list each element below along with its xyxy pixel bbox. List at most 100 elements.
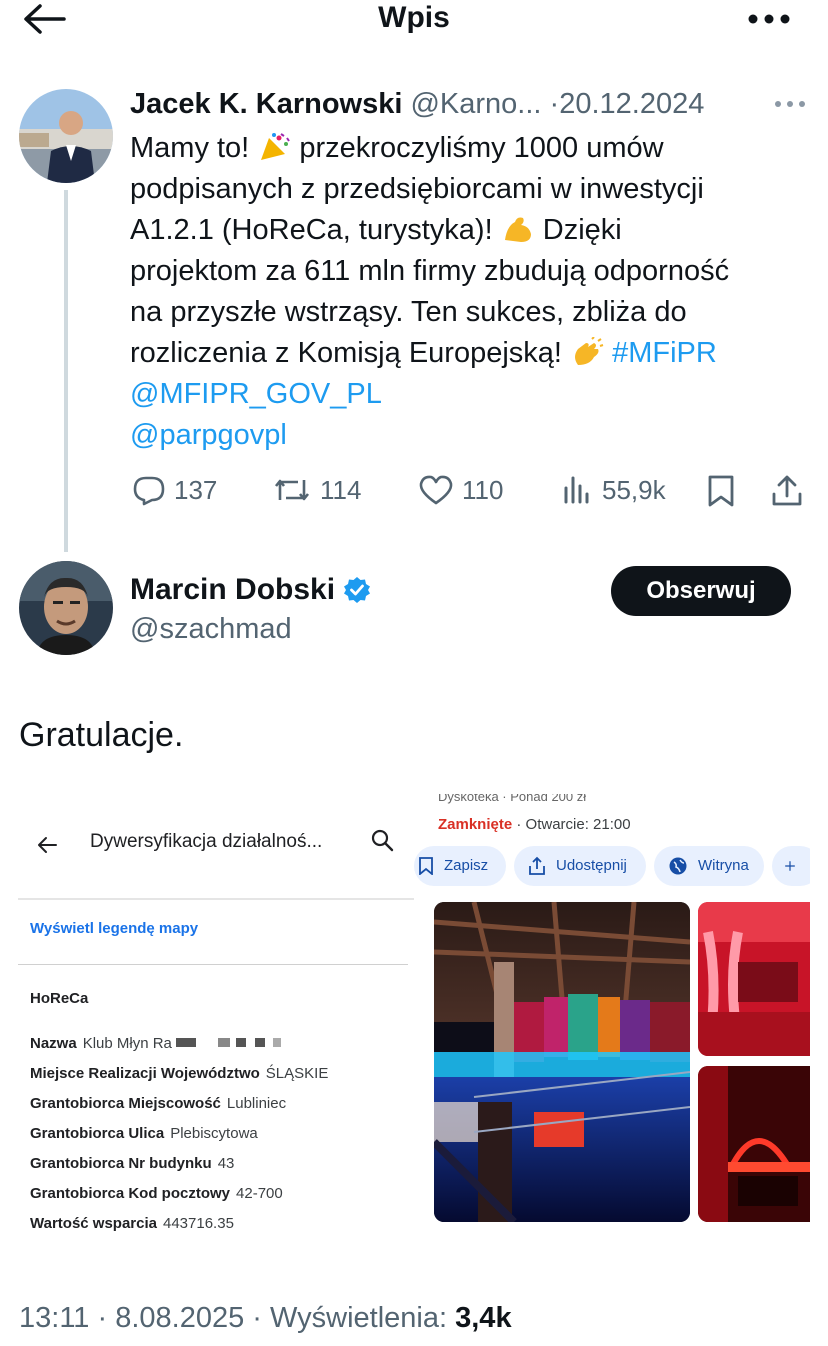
tweet-line: na przyszłe wstrząsy. Ten sukces, zbliża…: [130, 296, 687, 328]
reply-icon: [133, 476, 165, 506]
like-button[interactable]: 110: [418, 470, 503, 510]
divider: [18, 964, 408, 965]
chip-label: Witryna: [698, 857, 749, 874]
tweet-line: rozliczenia z Komisją Europejską!: [130, 337, 562, 369]
share-icon[interactable]: [770, 474, 804, 508]
repost-button[interactable]: 114: [272, 470, 361, 510]
redaction: [254, 1038, 265, 1047]
hashtag-link[interactable]: #MFiPR: [612, 337, 717, 369]
more-options-icon[interactable]: [744, 4, 794, 34]
field-key: Nazwa: [30, 1035, 77, 1052]
author-name[interactable]: Marcin Dobski: [130, 571, 335, 609]
field-value: ŚLĄSKIE: [265, 1065, 329, 1082]
redaction: [218, 1038, 231, 1047]
post-date[interactable]: 8.08.2025: [115, 1302, 244, 1334]
tweet-line: przekroczyliśmy 1000 umów: [299, 132, 664, 164]
flexed-biceps-icon: [504, 217, 531, 242]
analytics-icon: [564, 476, 589, 504]
field-key: Grantobiorca Nr budynku: [30, 1155, 212, 1172]
redaction: [236, 1038, 247, 1047]
party-popper-icon: [261, 133, 291, 160]
field-key: Grantobiorca Miejscowość: [30, 1095, 221, 1112]
status-closed: Zamknięte: [438, 816, 513, 833]
field-key: Miejsce Realizacji Województwo: [30, 1065, 260, 1082]
info-row: Wartość wsparcia 443716.35: [30, 1214, 328, 1244]
author-name-row: Marcin Dobski: [130, 571, 371, 609]
info-row: Grantobiorca Nr budynku 43: [30, 1154, 328, 1184]
chip-label: Zapisz: [444, 857, 489, 874]
search-text: Dywersyfikacja działalnoś...: [90, 831, 323, 852]
mention-link[interactable]: @parpgovpl: [130, 415, 810, 456]
mention-link[interactable]: @MFIPR_GOV_PL: [130, 374, 810, 415]
plus-icon: [785, 861, 795, 871]
field-value: 43: [217, 1155, 235, 1172]
tweet-header: Jacek K. Karnowski @Karno... ·20.12.2024: [130, 86, 704, 122]
tweet-line: Dzięki: [542, 214, 622, 246]
page-title: Wpis: [378, 1, 450, 34]
reply-button[interactable]: 137: [132, 470, 217, 510]
status-opening-time: · Otwarcie: 21:00: [516, 816, 631, 833]
place-listing-panel: Dyskoteka · Ponad 200 zł Zamknięte · Otw…: [414, 790, 810, 1260]
separator-dot: ·: [252, 1302, 262, 1334]
clapping-hands-icon: [575, 337, 604, 365]
author-name[interactable]: Jacek K. Karnowski: [130, 88, 402, 120]
bookmark-icon: [419, 857, 433, 875]
tweet-line: A1.2.1 (HoReCa, turystyka)!: [130, 214, 493, 246]
tweet-line: podpisanych z przedsiębiorcami w inwesty…: [130, 173, 704, 205]
separator-dot: ·: [549, 88, 560, 120]
info-fields: Nazwa Klub Młyn Ra Miejsce Realizacji Woj…: [30, 1034, 328, 1244]
tweet-actions: 137 114 110 55,9k: [0, 470, 828, 510]
redaction: [176, 1038, 197, 1047]
avatar[interactable]: [19, 561, 113, 655]
views-label: Wyświetlenia:: [270, 1302, 448, 1334]
attached-image[interactable]: Dywersyfikacja działalnoś... Wyświetl le…: [18, 790, 810, 1260]
redaction: [272, 1038, 281, 1047]
field-key: Wartość wsparcia: [30, 1215, 157, 1232]
follow-button[interactable]: Obserwuj: [611, 566, 791, 616]
post-metadata: 13:11 · 8.08.2025 · Wyświetlenia: 3,4k: [19, 1298, 512, 1338]
separator-dot: ·: [97, 1302, 108, 1334]
share-chip: Udostępnij: [514, 846, 646, 886]
repost-count: 114: [320, 475, 362, 505]
info-row: Nazwa Klub Młyn Ra: [30, 1034, 328, 1064]
place-actions: Zapisz Udostępnij Witryna: [414, 846, 810, 886]
field-key: Grantobiorca Ulica: [30, 1125, 165, 1142]
chip-label: Udostępnij: [556, 857, 627, 874]
info-row: Grantobiorca Miejscowość Lubliniec: [30, 1094, 328, 1124]
club-interior-photo: [434, 902, 690, 1222]
field-value: 443716.35: [163, 1215, 234, 1232]
avatar[interactable]: [19, 89, 113, 183]
heart-icon: [419, 475, 453, 505]
dark-red-room-photo: [698, 1066, 810, 1222]
field-value: Klub Młyn Ra: [82, 1035, 172, 1052]
tweet-text: Mamy to! przekroczyliśmy 1000 umów podpi…: [130, 128, 810, 456]
map-search-bar: Dywersyfikacja działalnoś...: [18, 812, 414, 900]
top-bar: Wpis: [0, 0, 828, 40]
info-row: Miejsce Realizacji Województwo ŚLĄSKIE: [30, 1064, 328, 1094]
like-count: 110: [462, 475, 504, 505]
more-chip: [772, 846, 810, 886]
globe-icon: [669, 857, 687, 875]
red-room-photo: [698, 902, 810, 1056]
place-category-line: Dyskoteka · Ponad 200 zł: [438, 794, 587, 804]
bookmark-icon[interactable]: [706, 474, 736, 508]
back-arrow-icon: [38, 837, 57, 853]
field-value: Plebiscytowa: [170, 1125, 258, 1142]
info-row: Grantobiorca Ulica Plebiscytowa: [30, 1124, 328, 1154]
field-key: Grantobiorca Kod pocztowy: [30, 1185, 231, 1202]
views-button[interactable]: 55,9k: [562, 470, 666, 510]
repost-icon: [274, 479, 310, 501]
category-label: HoReCa: [30, 990, 89, 1007]
verified-badge-icon: [344, 577, 371, 603]
view-count: 55,9k: [602, 475, 666, 505]
info-row: Grantobiorca Kod pocztowy 42-700: [30, 1184, 328, 1214]
tweet-more-icon[interactable]: [772, 92, 808, 116]
search-icon: [371, 829, 394, 852]
reply-text: Gratulacje.: [19, 716, 184, 754]
tweet-date[interactable]: 20.12.2024: [559, 88, 704, 120]
author-handle[interactable]: @Karno...: [410, 88, 541, 120]
post-time[interactable]: 13:11: [19, 1302, 89, 1334]
field-value: Lubliniec: [226, 1095, 287, 1112]
author-handle[interactable]: @szachmad: [130, 610, 292, 648]
map-info-panel: Dywersyfikacja działalnoś... Wyświetl le…: [18, 812, 414, 1252]
